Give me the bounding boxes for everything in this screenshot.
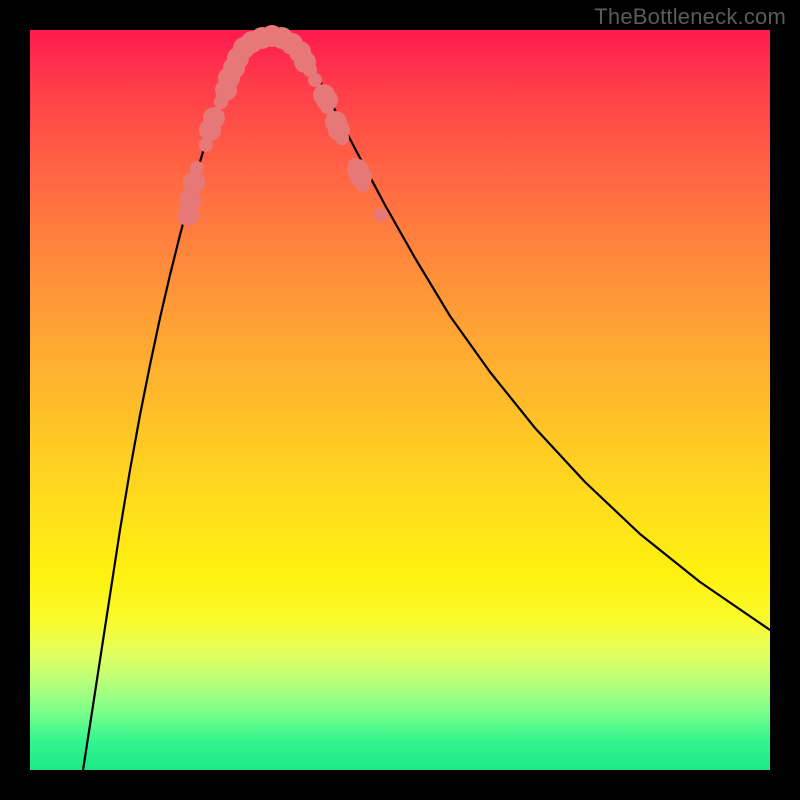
- marker-dot: [374, 208, 388, 222]
- marker-dot: [190, 161, 204, 175]
- series-left-branch: [83, 48, 242, 770]
- curve-markers: [177, 25, 388, 226]
- chart-frame: TheBottleneck.com: [0, 0, 800, 800]
- curve-lines: [83, 36, 770, 770]
- marker-dot: [335, 131, 349, 145]
- curve-svg: [30, 30, 770, 770]
- marker-dot: [356, 178, 370, 192]
- plot-area: [30, 30, 770, 770]
- watermark-text: TheBottleneck.com: [594, 4, 786, 30]
- series-right-branch: [298, 48, 770, 630]
- marker-dot: [203, 107, 225, 129]
